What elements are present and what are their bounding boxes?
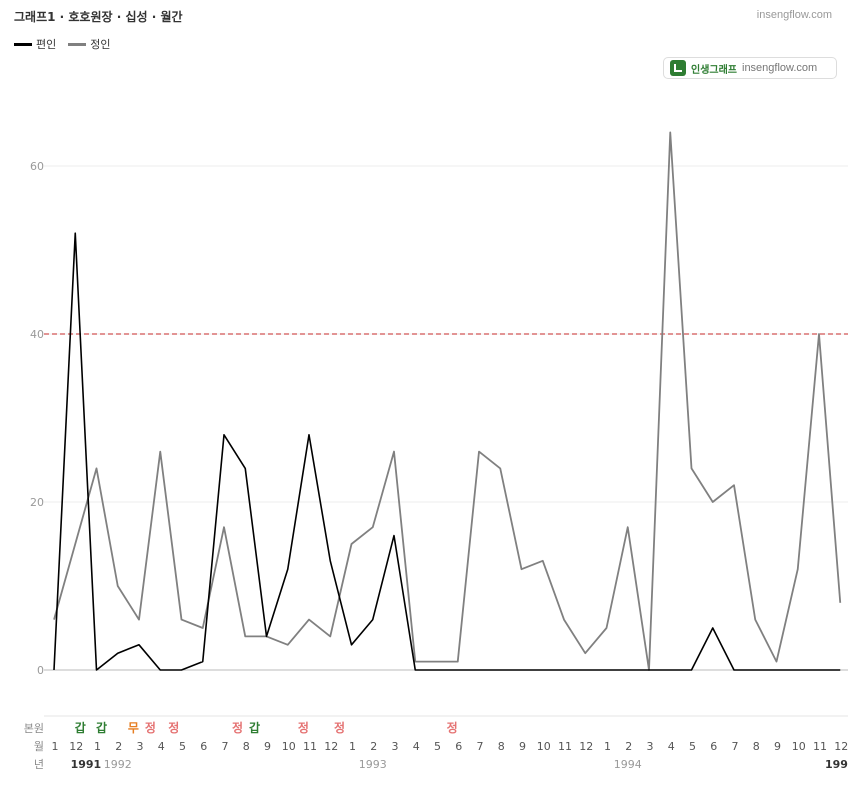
x-tick-label: 3 xyxy=(392,740,399,753)
series-line-gray xyxy=(53,131,842,671)
x-tick-label: 1 xyxy=(349,740,356,753)
tag-jeong: 정 xyxy=(447,720,458,735)
tag-jeong: 정 xyxy=(145,720,156,735)
x-tick-label: 2 xyxy=(115,740,122,753)
x-tick-label: 11 xyxy=(303,740,317,753)
tag-jeong: 정 xyxy=(298,720,309,735)
x-tick-label: 12 xyxy=(324,740,338,753)
tag-jeong: 정 xyxy=(168,720,179,735)
x-tick-label: 6 xyxy=(455,740,462,753)
tag-jeong: 정 xyxy=(232,720,243,735)
x-tick-label: 10 xyxy=(537,740,551,753)
x-tick-label: 4 xyxy=(668,740,675,753)
x-tick-label: 3 xyxy=(137,740,144,753)
x-tick-label: 7 xyxy=(477,740,484,753)
x-tick-label: 8 xyxy=(498,740,505,753)
x-tick-label: 1 xyxy=(94,740,101,753)
tag-mu: 무 xyxy=(128,721,139,735)
x-tick-label: 4 xyxy=(413,740,420,753)
line-chart: 0204060본원월년갑 갑 무 정 정 정 갑 정 정 정1 12 1 2 3 4 5 6 7 8 9 10 11 12 1… xyxy=(24,131,848,771)
x-tick-label: 12 xyxy=(834,740,848,753)
x-tick-label: 8 xyxy=(243,740,250,753)
row-label-nyeon: 년 xyxy=(34,758,44,771)
x-tick-label: 7 xyxy=(222,740,229,753)
x-tick-label: 6 xyxy=(200,740,207,753)
row-label-bonwon: 본원 xyxy=(24,722,44,735)
x-tick-label: 7 xyxy=(732,740,739,753)
y-tick-label: 40 xyxy=(30,328,44,341)
x-tick-label: 2 xyxy=(370,740,377,753)
x-tick-label: 12 xyxy=(69,740,83,753)
year-label: 1991 xyxy=(71,758,102,771)
x-tick-label: 5 xyxy=(434,740,441,753)
x-tick-label: 10 xyxy=(282,740,296,753)
row-label-wol: 월 xyxy=(34,740,44,753)
x-tick-label: 11 xyxy=(558,740,572,753)
year-label: 1992 xyxy=(104,758,132,771)
x-tick-label: 9 xyxy=(264,740,271,753)
tag-gap: 갑 xyxy=(249,721,260,735)
x-tick-label: 1 xyxy=(604,740,611,753)
x-tick-label: 4 xyxy=(158,740,165,753)
tag-jeong: 정 xyxy=(334,720,345,735)
x-tick-label: 1 xyxy=(52,740,59,753)
x-tick-label: 8 xyxy=(753,740,760,753)
x-tick-label: 5 xyxy=(179,740,186,753)
year-label: 1994 xyxy=(825,758,848,771)
year-label: 1994 xyxy=(614,758,642,771)
tag-gap: 갑 xyxy=(96,721,107,735)
x-tick-label: 11 xyxy=(813,740,827,753)
tag-gap: 갑 xyxy=(75,721,86,735)
x-tick-label: 6 xyxy=(710,740,717,753)
x-tick-label: 12 xyxy=(579,740,593,753)
x-tick-label: 3 xyxy=(647,740,654,753)
series-line-black xyxy=(53,232,841,671)
x-tick-label: 9 xyxy=(519,740,526,753)
x-tick-label: 10 xyxy=(792,740,806,753)
x-tick-label: 2 xyxy=(625,740,632,753)
y-tick-label: 20 xyxy=(30,496,44,509)
year-label: 1993 xyxy=(359,758,387,771)
y-tick-label: 0 xyxy=(37,664,44,677)
x-tick-label: 9 xyxy=(774,740,781,753)
y-tick-label: 60 xyxy=(30,160,44,173)
x-tick-label: 5 xyxy=(689,740,696,753)
